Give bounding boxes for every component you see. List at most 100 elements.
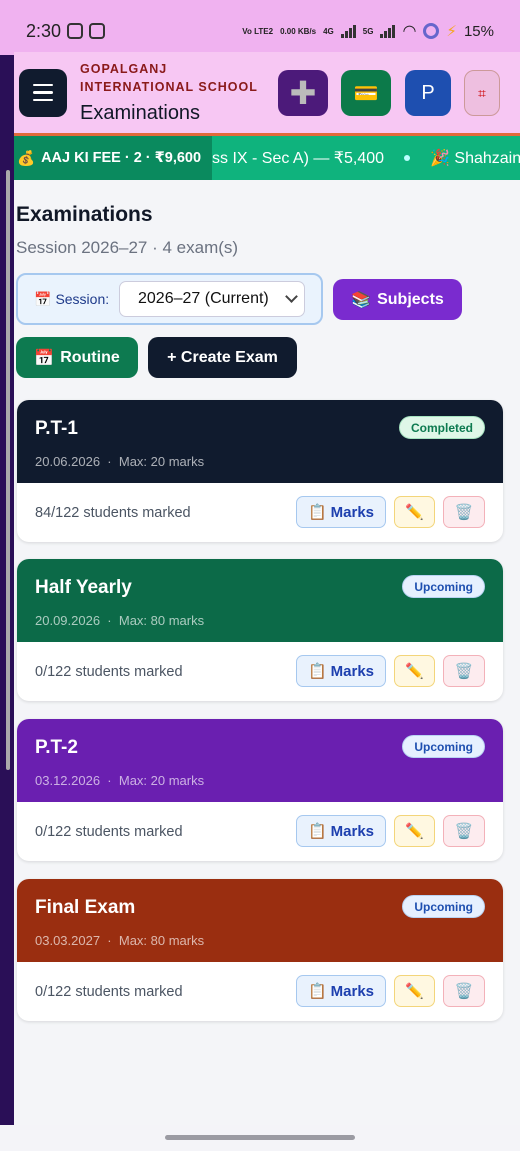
exam-card[interactable]: P.T-1 20.06.2026 · Max: 20 marks Complet… bbox=[17, 400, 503, 542]
card-icon: 💳 bbox=[353, 82, 379, 105]
delete-button[interactable]: 🗑️ bbox=[443, 815, 485, 847]
exam-meta: 03.12.2026 · Max: 20 marks bbox=[35, 773, 205, 788]
profile-button[interactable]: P bbox=[405, 70, 451, 116]
status-badge: Upcoming bbox=[402, 735, 485, 758]
add-button[interactable]: ✚ bbox=[278, 70, 328, 116]
exam-card-footer: 0/122 students marked 📋 Marks ✏️ 🗑️ bbox=[17, 642, 503, 701]
app-notification-icon bbox=[67, 23, 84, 39]
status-badge: Completed bbox=[398, 416, 485, 439]
students-marked: 84/122 students marked bbox=[35, 504, 191, 521]
session-select[interactable]: 2026–27 (Current) bbox=[119, 281, 305, 317]
more-button[interactable]: ⌗ bbox=[464, 70, 500, 116]
calendar-icon: 📅 bbox=[34, 349, 55, 367]
edit-button[interactable]: ✏️ bbox=[394, 655, 435, 687]
exam-date: 20.09.2026 bbox=[35, 613, 101, 628]
app-header: GOPALGANJ INTERNATIONAL SCHOOL Examinati… bbox=[14, 52, 520, 136]
clipboard-icon: 📋 bbox=[307, 983, 327, 1000]
subjects-button-label: Subjects bbox=[377, 290, 444, 308]
ring-icon bbox=[423, 23, 440, 39]
exam-card[interactable]: P.T-2 03.12.2026 · Max: 20 marks Upcomin… bbox=[17, 719, 503, 861]
status-badge: Upcoming bbox=[402, 895, 485, 918]
tag-icon: ⌗ bbox=[478, 84, 486, 101]
ticker-label: 💰 AAJ KI FEE · 2 · ₹9,600 bbox=[14, 136, 212, 180]
gesture-nav-bar bbox=[0, 1125, 520, 1151]
session-selected-value: 2026–27 (Current) bbox=[138, 290, 269, 307]
exam-card-footer: 0/122 students marked 📋 Marks ✏️ 🗑️ bbox=[17, 962, 503, 1021]
pencil-icon: ✏️ bbox=[405, 983, 424, 1000]
trash-icon: 🗑️ bbox=[454, 504, 474, 521]
volte-indicator: Vo LTE2 bbox=[242, 26, 274, 36]
exam-card-header: Final Exam 03.03.2027 · Max: 80 marks Up… bbox=[17, 879, 503, 962]
marks-button[interactable]: 📋 Marks bbox=[296, 655, 386, 687]
school-name: GOPALGANJ INTERNATIONAL SCHOOL bbox=[80, 62, 258, 94]
trash-icon: 🗑️ bbox=[454, 663, 474, 680]
exam-max-marks: Max: 20 marks bbox=[118, 773, 205, 788]
delete-button[interactable]: 🗑️ bbox=[443, 496, 485, 528]
ticker-item: ss IX - Sec A) — ₹5,400 bbox=[212, 150, 385, 167]
cb-notification-icon bbox=[89, 23, 106, 39]
exam-card-footer: 0/122 students marked 📋 Marks ✏️ 🗑️ bbox=[17, 802, 503, 861]
page-title: Examinations bbox=[80, 102, 201, 124]
students-marked: 0/122 students marked bbox=[35, 983, 183, 1000]
create-exam-label: + Create Exam bbox=[167, 348, 278, 366]
exam-max-marks: Max: 80 marks bbox=[118, 933, 205, 948]
clipboard-icon: 📋 bbox=[307, 663, 327, 680]
exam-date: 03.03.2027 bbox=[35, 933, 101, 948]
exam-card[interactable]: Final Exam 03.03.2027 · Max: 80 marks Up… bbox=[17, 879, 503, 1021]
routine-button[interactable]: 📅 Routine bbox=[16, 337, 138, 378]
trash-icon: 🗑️ bbox=[454, 823, 474, 840]
exam-max-marks: Max: 20 marks bbox=[118, 454, 205, 469]
hamburger-menu-button[interactable] bbox=[19, 68, 67, 117]
section-subheading: Session 2026–27 · 4 exam(s) bbox=[16, 238, 239, 257]
chevron-down-icon bbox=[285, 290, 298, 303]
status-badge: Upcoming bbox=[402, 575, 485, 598]
section-heading: Examinations bbox=[16, 203, 153, 226]
money-bag-icon: 💰 bbox=[17, 150, 36, 167]
ticker-separator bbox=[404, 155, 411, 161]
plus-icon: ✚ bbox=[289, 75, 317, 111]
exam-card-header: P.T-1 20.06.2026 · Max: 20 marks Complet… bbox=[17, 400, 503, 483]
marks-button[interactable]: 📋 Marks bbox=[296, 496, 386, 528]
students-marked: 0/122 students marked bbox=[35, 663, 183, 680]
clipboard-icon: 📋 bbox=[307, 823, 327, 840]
exam-meta: 20.09.2026 · Max: 80 marks bbox=[35, 613, 205, 628]
net-4g-label: 4G bbox=[323, 26, 334, 36]
delete-button[interactable]: 🗑️ bbox=[443, 655, 485, 687]
delete-button[interactable]: 🗑️ bbox=[443, 975, 485, 1007]
edit-button[interactable]: ✏️ bbox=[394, 975, 435, 1007]
fee-card-button[interactable]: 💳 bbox=[341, 70, 391, 116]
edit-button[interactable]: ✏️ bbox=[394, 815, 435, 847]
session-label-text: Session: bbox=[55, 291, 110, 307]
signal-4g-icon bbox=[340, 24, 356, 38]
network-speed: 0.00 KB/s bbox=[280, 26, 317, 36]
status-right: Vo LTE2 0.00 KB/s 4G 5G ◠ ⚡ 15% bbox=[242, 21, 494, 41]
home-gesture-handle[interactable] bbox=[165, 1135, 355, 1140]
pencil-icon: ✏️ bbox=[405, 663, 424, 680]
exam-date: 20.06.2026 bbox=[35, 454, 101, 469]
session-filter: 📅 Session: 2026–27 (Current) bbox=[16, 273, 323, 325]
subjects-button[interactable]: 📚 Subjects bbox=[333, 279, 462, 320]
exam-card[interactable]: Half Yearly 20.09.2026 · Max: 80 marks U… bbox=[17, 559, 503, 701]
edit-button[interactable]: ✏️ bbox=[394, 496, 435, 528]
scrollbar[interactable] bbox=[6, 170, 10, 770]
ticker-item: 🎉 Shahzain ( bbox=[430, 150, 520, 167]
create-exam-button[interactable]: + Create Exam bbox=[148, 337, 297, 378]
marks-button[interactable]: 📋 Marks bbox=[296, 815, 386, 847]
marks-button[interactable]: 📋 Marks bbox=[296, 975, 386, 1007]
exam-card-header: P.T-2 03.12.2026 · Max: 20 marks Upcomin… bbox=[17, 719, 503, 802]
exam-card-header: Half Yearly 20.09.2026 · Max: 80 marks U… bbox=[17, 559, 503, 642]
pencil-icon: ✏️ bbox=[405, 504, 424, 521]
exam-date: 03.12.2026 bbox=[35, 773, 101, 788]
pencil-icon: ✏️ bbox=[405, 823, 424, 840]
wifi-icon: ◠ bbox=[402, 23, 417, 40]
clipboard-icon: 📋 bbox=[307, 504, 327, 521]
trash-icon: 🗑️ bbox=[454, 983, 474, 1000]
status-time: 2:30 bbox=[26, 20, 62, 41]
routine-button-label: Routine bbox=[60, 348, 120, 366]
profile-icon: P bbox=[421, 81, 435, 104]
students-marked: 0/122 students marked bbox=[35, 823, 183, 840]
marks-button-label: Marks bbox=[330, 503, 375, 521]
exam-meta: 03.03.2027 · Max: 80 marks bbox=[35, 933, 205, 948]
calendar-icon: 📅 bbox=[34, 290, 52, 307]
exam-max-marks: Max: 80 marks bbox=[118, 613, 205, 628]
